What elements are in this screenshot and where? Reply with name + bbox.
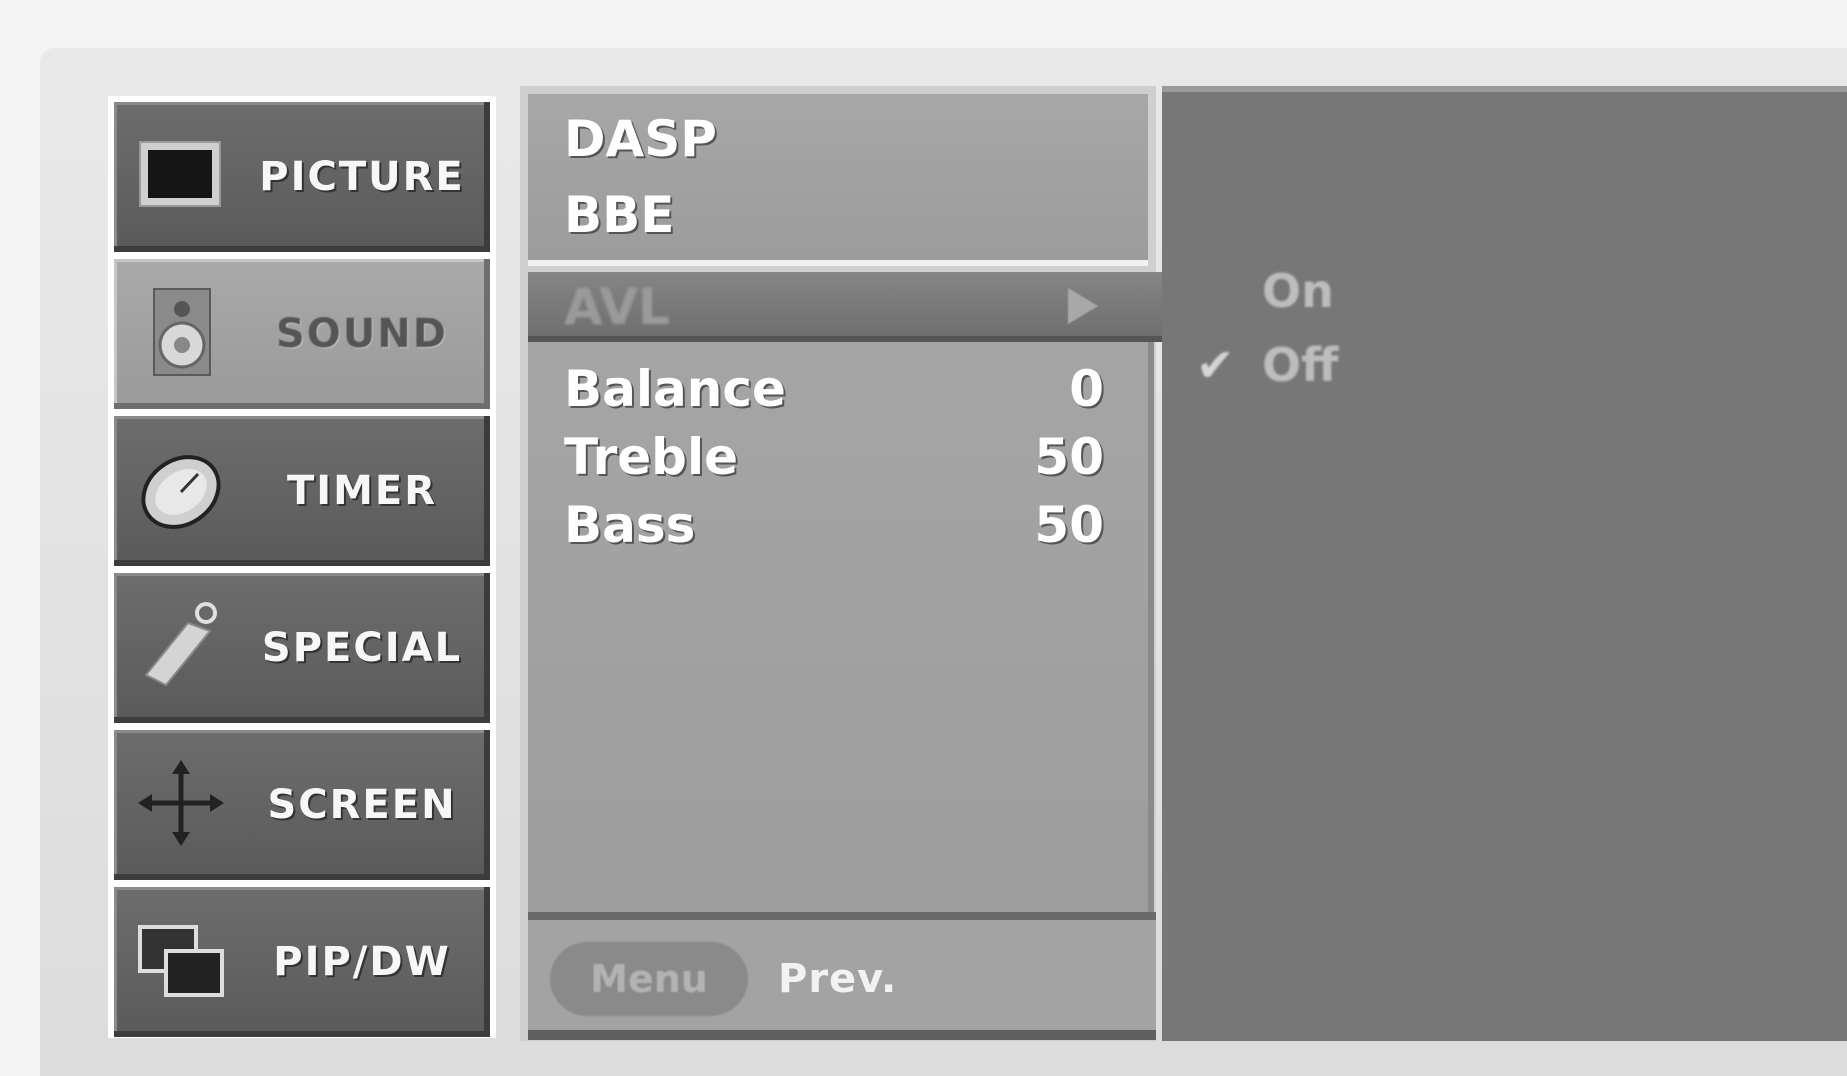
- menu-label-picture: PICTURE: [259, 154, 465, 200]
- menu-item-pip-dw[interactable]: PIP/DW: [114, 887, 490, 1037]
- pip-windows-icon: [138, 925, 224, 997]
- option-off[interactable]: ✔ Off: [1162, 330, 1562, 400]
- tag-icon: [144, 602, 217, 687]
- submenu-item-bbe[interactable]: BBE: [564, 178, 1144, 252]
- menu-label-timer: TIMER: [286, 468, 438, 514]
- speaker-icon: [153, 288, 211, 376]
- sound-submenu: DASP BBE AVL Balance 0 Treble 50 Bass 50…: [520, 86, 1164, 1041]
- treble-value: 50: [1034, 428, 1104, 486]
- sound-top-group: DASP BBE: [528, 94, 1148, 266]
- clock-icon: [141, 455, 221, 529]
- menu-item-timer[interactable]: TIMER: [114, 416, 490, 566]
- balance-value: 0: [1069, 360, 1104, 418]
- submenu-item-avl[interactable]: AVL: [528, 272, 1164, 342]
- submenu-item-treble[interactable]: Treble 50: [564, 420, 1104, 494]
- monitor-icon: [139, 141, 221, 207]
- treble-label: Treble: [564, 428, 739, 486]
- bass-label: Bass: [564, 496, 696, 554]
- menu-item-screen[interactable]: SCREEN: [114, 730, 490, 880]
- option-on-label: On: [1262, 264, 1334, 318]
- move-arrows-icon: [138, 760, 224, 846]
- menu-label-pip-dw: PIP/DW: [273, 939, 451, 985]
- chevron-right-icon: [1068, 288, 1098, 324]
- menu-item-picture[interactable]: PICTURE: [114, 102, 490, 252]
- prev-hint: Prev.: [778, 956, 898, 1002]
- submenu-item-bass[interactable]: Bass 50: [564, 488, 1104, 562]
- checkmark-icon: ✔: [1196, 338, 1235, 392]
- menu-button[interactable]: Menu: [550, 942, 748, 1016]
- menu-label-screen: SCREEN: [267, 782, 457, 828]
- menu-item-special[interactable]: SPECIAL: [114, 573, 490, 723]
- option-off-label: Off: [1262, 338, 1339, 392]
- avl-options-panel: On ✔ Off: [1162, 86, 1847, 1041]
- menu-item-sound[interactable]: SOUND: [114, 259, 490, 409]
- submenu-item-dasp[interactable]: DASP: [564, 102, 1144, 176]
- submenu-footer: Menu Prev.: [528, 912, 1156, 1040]
- bass-value: 50: [1034, 496, 1104, 554]
- menu-label-sound: SOUND: [276, 311, 448, 357]
- sound-values-group: Balance 0 Treble 50 Bass 50: [528, 342, 1154, 922]
- submenu-item-balance[interactable]: Balance 0: [564, 352, 1104, 426]
- menu-label-special: SPECIAL: [261, 625, 463, 671]
- submenu-item-avl-label: AVL: [564, 278, 670, 336]
- option-on[interactable]: On: [1162, 256, 1562, 326]
- main-menu: PICTURE SOUND TIMER SPECIAL SCREEN PIP/D…: [108, 96, 496, 1038]
- balance-label: Balance: [564, 360, 786, 418]
